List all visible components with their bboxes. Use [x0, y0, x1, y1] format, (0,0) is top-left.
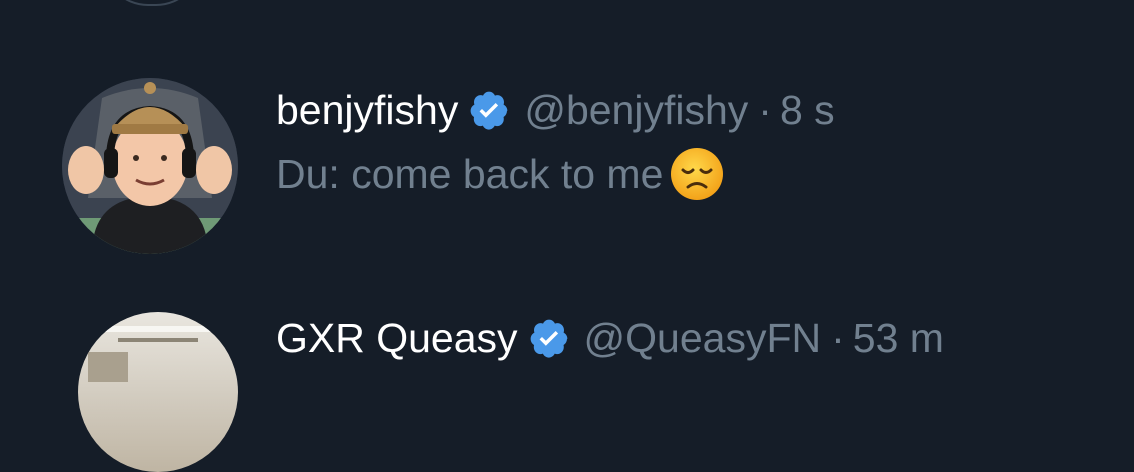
- timestamp[interactable]: 53 m: [853, 312, 944, 364]
- tweet-header: benjyfishy @benjyfishy · 8 s: [276, 84, 835, 136]
- tweet-text: Du: come back to me: [276, 146, 725, 202]
- tweet-header: GXR Queasy @QueasyFN · 53 m: [276, 312, 944, 364]
- avatar[interactable]: [78, 312, 238, 472]
- tweet-item[interactable]: GXR Queasy @QueasyFN · 53 m: [0, 312, 1134, 472]
- timestamp[interactable]: 8 s: [780, 84, 835, 136]
- tweet-body: Du: come back to me: [276, 151, 664, 197]
- display-name[interactable]: benjyfishy: [276, 84, 458, 136]
- separator-dot: ·: [831, 315, 845, 361]
- handle[interactable]: @benjyfishy: [524, 84, 748, 136]
- verified-badge-icon: [468, 89, 510, 131]
- display-name[interactable]: GXR Queasy: [276, 312, 518, 364]
- disappointed-face-emoji-icon: [669, 146, 725, 202]
- handle[interactable]: @QueasyFN: [584, 312, 822, 364]
- verified-badge-icon: [528, 317, 570, 359]
- separator-dot: ·: [758, 87, 772, 133]
- previous-avatar-edge: [102, 0, 202, 6]
- avatar[interactable]: [62, 78, 238, 254]
- tweet-item[interactable]: benjyfishy @benjyfishy · 8 s Du: come ba…: [0, 78, 1134, 258]
